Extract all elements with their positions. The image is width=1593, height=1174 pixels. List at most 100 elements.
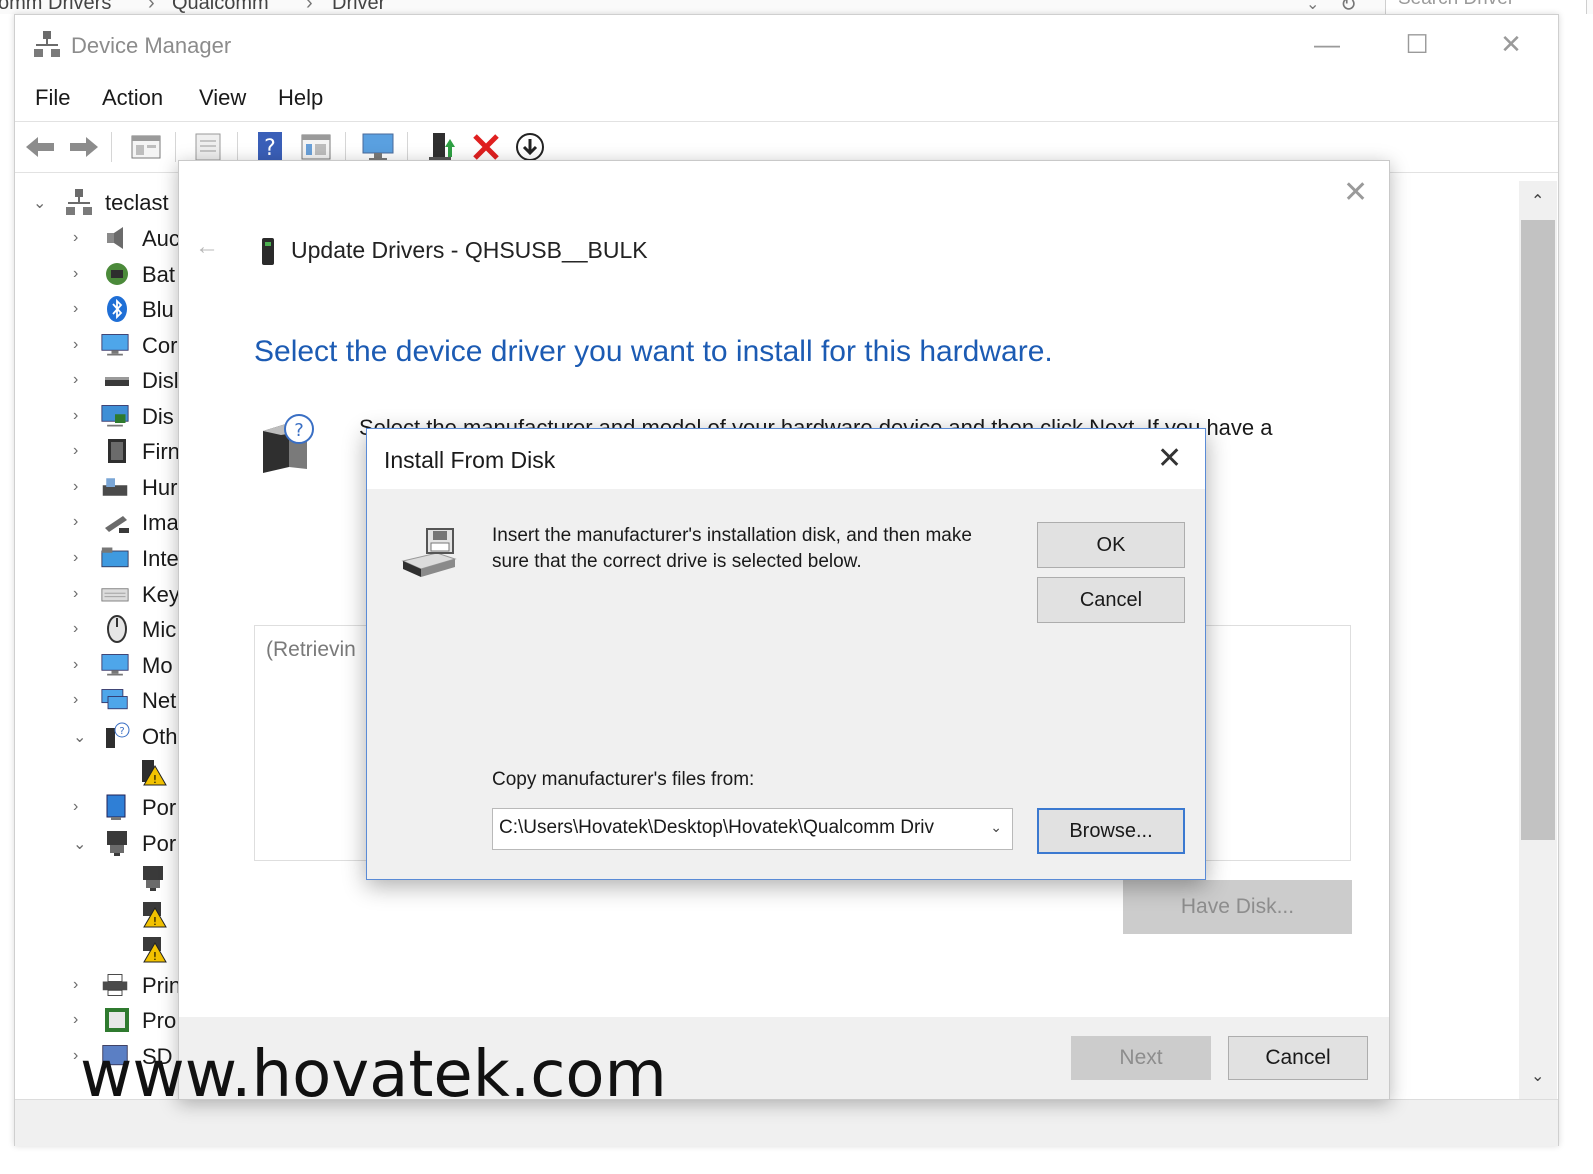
scroll-down-icon[interactable]: ⌄ bbox=[1531, 1066, 1544, 1086]
forward-arrow-icon[interactable] bbox=[67, 130, 101, 164]
tree-item[interactable]: › Blu bbox=[15, 292, 185, 327]
tree-item[interactable]: › Mo bbox=[15, 648, 185, 683]
chevron-right-icon[interactable]: › bbox=[73, 407, 87, 424]
menu-action[interactable]: Action bbox=[102, 85, 163, 111]
menu-file[interactable]: File bbox=[35, 85, 70, 111]
computer-root-icon bbox=[66, 189, 92, 215]
have-disk-button[interactable]: Have Disk... bbox=[1123, 880, 1352, 934]
display-icon bbox=[101, 405, 129, 427]
breadcrumb-item[interactable]: Qualcomm bbox=[172, 0, 269, 14]
menu-view[interactable]: View bbox=[199, 85, 246, 111]
tree-item[interactable]: › Inte bbox=[15, 541, 185, 576]
tree-child-item[interactable]: ! bbox=[15, 755, 185, 790]
chevron-down-icon[interactable]: ⌄ bbox=[33, 193, 47, 212]
monitor-icon bbox=[101, 654, 129, 676]
tree-item[interactable]: › Pro bbox=[15, 1003, 185, 1038]
chevron-right-icon[interactable]: › bbox=[73, 513, 87, 530]
tree-child-item[interactable] bbox=[15, 861, 185, 896]
tree-item[interactable]: › Firn bbox=[15, 434, 185, 469]
tree-item[interactable]: › Ima bbox=[15, 505, 185, 540]
tree-item[interactable]: › Bat bbox=[15, 257, 185, 292]
tree-item-label: Mic bbox=[142, 617, 177, 642]
document-icon[interactable] bbox=[191, 130, 225, 164]
chevron-right-icon[interactable]: › bbox=[73, 976, 87, 993]
breadcrumb-item[interactable]: Driver bbox=[332, 0, 385, 14]
chevron-down-icon[interactable]: ⌄ bbox=[990, 819, 1002, 836]
cancel-button[interactable]: Cancel bbox=[1228, 1036, 1368, 1080]
chevron-down-icon[interactable]: ⌄ bbox=[73, 834, 87, 853]
chevron-right-icon[interactable]: › bbox=[73, 691, 87, 708]
path-combobox[interactable]: C:\Users\Hovatek\Desktop\Hovatek\Qualcom… bbox=[492, 808, 1013, 850]
next-button[interactable]: Next bbox=[1071, 1036, 1211, 1080]
tree-item[interactable]: › Hur bbox=[15, 470, 185, 505]
tree-item[interactable]: › Cor bbox=[15, 328, 185, 363]
chevron-down-icon[interactable]: ⌄ bbox=[1306, 0, 1319, 14]
chevron-right-icon[interactable]: › bbox=[73, 478, 87, 495]
uninstall-icon[interactable] bbox=[469, 130, 503, 164]
watermark: www.hovatek.com bbox=[80, 1038, 667, 1112]
ok-button[interactable]: OK bbox=[1037, 522, 1185, 568]
maximize-button[interactable]: ☐ bbox=[1397, 29, 1437, 61]
view-icon[interactable] bbox=[299, 130, 333, 164]
tree-item[interactable]: › Key bbox=[15, 577, 185, 612]
back-arrow-icon[interactable] bbox=[23, 130, 57, 164]
device-tree: ⌄ teclast › Auc › Bat › Blu › Cor › Disl bbox=[15, 181, 185, 1111]
tree-item-label: Disl bbox=[142, 368, 179, 393]
chevron-right-icon[interactable]: › bbox=[73, 585, 87, 602]
close-button[interactable]: ✕ bbox=[1491, 29, 1531, 61]
chevron-right-icon[interactable]: › bbox=[73, 620, 87, 637]
tree-item[interactable]: › Dis bbox=[15, 399, 185, 434]
tree-item[interactable]: › Por bbox=[15, 790, 185, 825]
tree-item-label: Cor bbox=[142, 333, 178, 358]
tree-item-label: Por bbox=[142, 795, 177, 820]
chevron-right-icon[interactable]: › bbox=[73, 265, 87, 282]
chevron-right-icon[interactable]: › bbox=[73, 656, 87, 673]
close-icon[interactable]: ✕ bbox=[1343, 175, 1368, 210]
back-arrow-icon[interactable]: ← bbox=[195, 233, 219, 261]
tree-item[interactable]: › Prin bbox=[15, 968, 185, 1003]
chevron-right-icon[interactable]: › bbox=[73, 336, 87, 353]
tree-root[interactable]: ⌄ teclast bbox=[15, 185, 185, 220]
bluetooth-icon bbox=[107, 296, 127, 322]
breadcrumb-item[interactable]: omm Drivers bbox=[0, 0, 111, 14]
tree-item[interactable]: › Disl bbox=[15, 363, 185, 398]
dialog-heading: Select the device driver you want to ins… bbox=[254, 335, 1053, 368]
minimize-button[interactable]: — bbox=[1307, 29, 1347, 61]
tree-item-label: Pro bbox=[142, 1008, 177, 1033]
chevron-right-icon[interactable]: › bbox=[73, 300, 87, 317]
search-input[interactable]: Search Driver bbox=[1385, 0, 1587, 14]
tree-item-label: Auc bbox=[142, 226, 180, 251]
device-manager-icon bbox=[34, 31, 60, 57]
scan-hardware-icon[interactable] bbox=[361, 130, 395, 164]
menu-help[interactable]: Help bbox=[278, 85, 323, 111]
cancel-button[interactable]: Cancel bbox=[1037, 577, 1185, 623]
tree-child-item[interactable]: ! bbox=[15, 897, 185, 932]
enable-device-icon[interactable] bbox=[513, 130, 547, 164]
scroll-up-icon[interactable]: ⌃ bbox=[1531, 191, 1544, 211]
chevron-right-icon[interactable]: › bbox=[73, 798, 87, 815]
refresh-icon[interactable]: ↻ bbox=[1340, 0, 1357, 14]
tree-item[interactable]: ⌄ ? Oth bbox=[15, 719, 185, 754]
browse-button[interactable]: Browse... bbox=[1037, 808, 1185, 854]
tree-item[interactable]: › Auc bbox=[15, 221, 185, 256]
chevron-right-icon[interactable]: › bbox=[73, 229, 87, 246]
update-driver-icon[interactable] bbox=[425, 130, 459, 164]
battery-icon bbox=[106, 263, 128, 285]
tree-item[interactable]: ⌄ Por bbox=[15, 826, 185, 861]
tree-item[interactable]: › Mic bbox=[15, 612, 185, 647]
close-icon[interactable]: ✕ bbox=[1157, 441, 1182, 476]
chevron-right-icon[interactable]: › bbox=[73, 371, 87, 388]
help-icon[interactable]: ? bbox=[253, 130, 287, 164]
chevron-right-icon[interactable]: › bbox=[73, 442, 87, 459]
properties-icon[interactable] bbox=[129, 130, 163, 164]
chevron-right-icon[interactable]: › bbox=[73, 549, 87, 566]
scrollbar-thumb[interactable] bbox=[1521, 220, 1555, 840]
tree-item[interactable]: › Net bbox=[15, 683, 185, 718]
tree-child-item[interactable]: ! bbox=[15, 932, 185, 967]
tree-item-label: Mo bbox=[142, 653, 173, 678]
disk-drive-icon bbox=[401, 528, 457, 577]
chevron-down-icon[interactable]: ⌄ bbox=[73, 727, 87, 746]
warning-device-icon: ! bbox=[143, 937, 167, 963]
chevron-right-icon[interactable]: › bbox=[73, 1011, 87, 1028]
mouse-icon bbox=[107, 615, 127, 643]
